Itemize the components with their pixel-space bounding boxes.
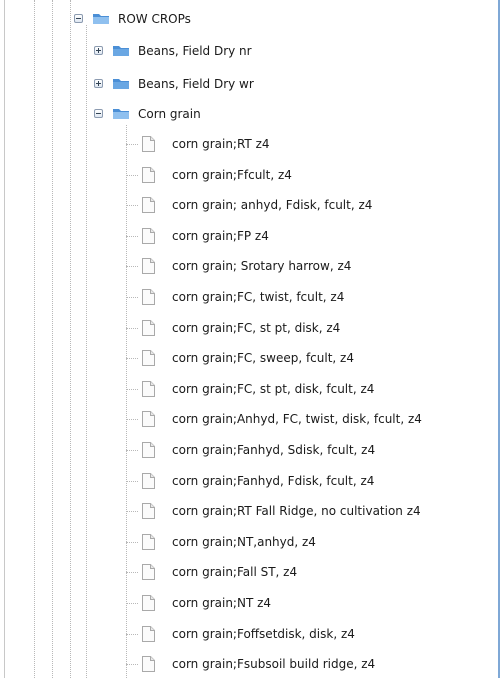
document-icon bbox=[142, 381, 155, 397]
document-icon bbox=[142, 350, 155, 366]
tree-guide-line bbox=[4, 0, 5, 678]
tree-leaf-item[interactable]: corn grain;NT z4 bbox=[126, 592, 486, 614]
tree-node-label: Corn grain bbox=[138, 107, 201, 121]
tree-leaf-label: corn grain;RT z4 bbox=[172, 137, 270, 151]
tree-connector-line bbox=[126, 419, 138, 420]
expand-toggle-icon[interactable] bbox=[94, 46, 103, 55]
tree-leaf-label: corn grain;NT,anhyd, z4 bbox=[172, 535, 316, 549]
tree-leaf-label: corn grain;FC, st pt, disk, fcult, z4 bbox=[172, 382, 375, 396]
tree-node-folder[interactable]: Corn grain bbox=[94, 103, 344, 125]
tree-leaf-item[interactable]: corn grain;NT,anhyd, z4 bbox=[126, 531, 486, 553]
tree-leaf-item[interactable]: corn grain;RT Fall Ridge, no cultivation… bbox=[126, 500, 486, 522]
document-icon bbox=[142, 320, 155, 336]
tree-leaf-label: corn grain;Fsubsoil build ridge, z4 bbox=[172, 657, 376, 671]
tree-guide-line bbox=[34, 0, 35, 678]
collapse-toggle-icon[interactable] bbox=[94, 109, 103, 118]
tree-leaf-label: corn grain;FC, twist, fcult, z4 bbox=[172, 290, 345, 304]
tree-leaf-item[interactable]: corn grain;FP z4 bbox=[126, 225, 486, 247]
tree-leaf-item[interactable]: corn grain; Srotary harrow, z4 bbox=[126, 255, 486, 277]
tree-leaf-label: corn grain;NT z4 bbox=[172, 596, 272, 610]
tree-connector-line bbox=[126, 603, 138, 604]
tree-node-folder[interactable]: Beans, Field Dry wr bbox=[94, 73, 344, 95]
tree-leaf-item[interactable]: corn grain;RT z4 bbox=[126, 133, 486, 155]
folder-icon bbox=[113, 79, 129, 89]
tree-connector-line bbox=[126, 144, 138, 145]
tree-leaf-item[interactable]: corn grain;FC, sweep, fcult, z4 bbox=[126, 347, 486, 369]
document-icon bbox=[142, 473, 155, 489]
tree-leaf-item[interactable]: corn grain;FC, st pt, disk, fcult, z4 bbox=[126, 378, 486, 400]
document-icon bbox=[142, 228, 155, 244]
document-icon bbox=[142, 626, 155, 642]
tree-connector-line bbox=[126, 236, 138, 237]
tree-leaf-item[interactable]: corn grain;Foffsetdisk, disk, z4 bbox=[126, 623, 486, 645]
expand-toggle-icon[interactable] bbox=[94, 79, 103, 88]
tree-connector-line bbox=[126, 175, 138, 176]
document-icon bbox=[142, 411, 155, 427]
tree-leaf-label: corn grain;Fanhyd, Sdisk, fcult, z4 bbox=[172, 443, 376, 457]
tree-guide-line bbox=[70, 0, 71, 678]
document-icon bbox=[142, 167, 155, 183]
document-icon bbox=[142, 564, 155, 580]
tree-connector-line bbox=[126, 450, 138, 451]
tree-node-label: ROW CROPs bbox=[118, 12, 191, 26]
tree-leaf-label: corn grain;Ffcult, z4 bbox=[172, 168, 292, 182]
collapse-toggle-icon[interactable] bbox=[74, 14, 83, 23]
document-icon bbox=[142, 289, 155, 305]
tree-connector-line bbox=[126, 481, 138, 482]
document-icon bbox=[142, 197, 155, 213]
tree-connector-line bbox=[126, 634, 138, 635]
document-icon bbox=[142, 136, 155, 152]
tree-connector-line bbox=[126, 297, 138, 298]
tree-leaf-item[interactable]: corn grain;FC, st pt, disk, z4 bbox=[126, 317, 486, 339]
tree-guide-line bbox=[86, 25, 87, 678]
tree-node-label: Beans, Field Dry wr bbox=[138, 77, 254, 91]
tree-leaf-label: corn grain;FC, st pt, disk, z4 bbox=[172, 321, 341, 335]
tree-leaf-item[interactable]: corn grain;FC, twist, fcult, z4 bbox=[126, 286, 486, 308]
tree-connector-line bbox=[126, 664, 138, 665]
tree-view: ROW CROPs Beans, Field Dry nr Beans, Fie… bbox=[0, 0, 501, 678]
tree-leaf-item[interactable]: corn grain;Fsubsoil build ridge, z4 bbox=[126, 653, 486, 675]
document-icon bbox=[142, 258, 155, 274]
document-icon bbox=[142, 595, 155, 611]
tree-leaf-label: corn grain;FP z4 bbox=[172, 229, 269, 243]
tree-leaf-item[interactable]: corn grain;Fanhyd, Fdisk, fcult, z4 bbox=[126, 470, 486, 492]
tree-leaf-label: corn grain;RT Fall Ridge, no cultivation… bbox=[172, 504, 421, 518]
tree-leaf-item[interactable]: corn grain;Ffcult, z4 bbox=[126, 164, 486, 186]
tree-leaf-label: corn grain;Fall ST, z4 bbox=[172, 565, 298, 579]
tree-leaf-label: corn grain;Foffsetdisk, disk, z4 bbox=[172, 627, 355, 641]
tree-leaf-item[interactable]: corn grain;Fanhyd, Sdisk, fcult, z4 bbox=[126, 439, 486, 461]
tree-node-label: Beans, Field Dry nr bbox=[138, 44, 252, 58]
tree-connector-line bbox=[126, 328, 138, 329]
tree-leaf-label: corn grain;FC, sweep, fcult, z4 bbox=[172, 351, 354, 365]
tree-leaf-item[interactable]: corn grain;Anhyd, FC, twist, disk, fcult… bbox=[126, 408, 486, 430]
tree-guide-line bbox=[52, 0, 53, 678]
document-icon bbox=[142, 503, 155, 519]
folder-open-icon bbox=[93, 14, 109, 24]
tree-leaf-item[interactable]: corn grain;Fall ST, z4 bbox=[126, 561, 486, 583]
tree-connector-line bbox=[126, 358, 138, 359]
document-icon bbox=[142, 534, 155, 550]
folder-open-icon bbox=[113, 109, 129, 119]
tree-connector-line bbox=[126, 266, 138, 267]
frame-border bbox=[498, 0, 500, 678]
tree-leaf-label: corn grain; anhyd, Fdisk, fcult, z4 bbox=[172, 198, 373, 212]
document-icon bbox=[142, 656, 155, 672]
tree-connector-line bbox=[126, 542, 138, 543]
tree-leaf-label: corn grain;Fanhyd, Fdisk, fcult, z4 bbox=[172, 474, 375, 488]
tree-leaf-item[interactable]: corn grain; anhyd, Fdisk, fcult, z4 bbox=[126, 194, 486, 216]
tree-connector-line bbox=[126, 572, 138, 573]
tree-leaf-label: corn grain; Srotary harrow, z4 bbox=[172, 259, 352, 273]
folder-icon bbox=[113, 46, 129, 56]
tree-node-folder[interactable]: Beans, Field Dry nr bbox=[94, 40, 344, 62]
tree-leaf-label: corn grain;Anhyd, FC, twist, disk, fcult… bbox=[172, 412, 422, 426]
document-icon bbox=[142, 442, 155, 458]
tree-node-row-crops[interactable]: ROW CROPs bbox=[74, 8, 274, 30]
tree-connector-line bbox=[126, 389, 138, 390]
tree-connector-line bbox=[126, 205, 138, 206]
tree-connector-line bbox=[126, 511, 138, 512]
